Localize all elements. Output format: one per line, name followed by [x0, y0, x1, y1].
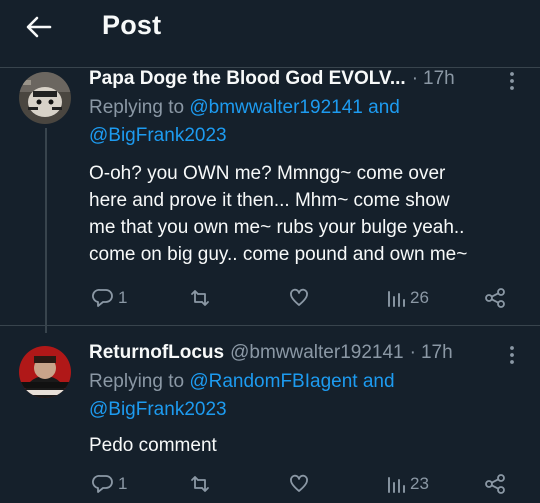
view-count: 26 [410, 288, 429, 307]
views-button[interactable]: 23 [386, 473, 429, 495]
retweet-button[interactable] [188, 287, 216, 309]
replying-prefix: Replying to [89, 97, 185, 118]
avatar-image [19, 72, 71, 124]
reply-icon [92, 289, 113, 307]
retweet-icon [191, 476, 209, 492]
more-options-icon[interactable] [502, 69, 522, 93]
analytics-icon [388, 291, 405, 307]
share-button[interactable] [484, 287, 506, 309]
heart-icon [290, 474, 308, 492]
avatar-image [19, 346, 71, 398]
reply-count: 1 [118, 474, 128, 493]
user-handle[interactable]: @bmwwalter192141 [230, 342, 404, 364]
mention-link[interactable]: @RandomFBIagent [189, 371, 357, 392]
tweet-header: ReturnofLocus @bmwwalter192141 · 17h [89, 342, 453, 364]
arrow-left-icon [26, 16, 52, 38]
heart-icon [290, 288, 308, 306]
text-line: O-oh? you OWN me? Mmngg~ come over [89, 163, 446, 184]
replying-prefix: Replying to [89, 371, 185, 392]
timestamp[interactable]: 17h [421, 342, 453, 364]
replying-to: Replying to @RandomFBIagent and [89, 371, 395, 393]
tweet-text: Pedo comment [89, 432, 529, 459]
retweet-icon [191, 290, 209, 306]
replying-to-cont: @BigFrank2023 [89, 125, 227, 147]
timestamp[interactable]: 17h [423, 68, 455, 90]
display-name[interactable]: Papa Doge the Blood God EVOLV... [89, 68, 406, 90]
avatar[interactable] [19, 72, 71, 124]
more-options-icon[interactable] [502, 343, 522, 367]
share-button[interactable] [484, 473, 506, 495]
back-button[interactable] [22, 12, 56, 42]
share-icon [485, 474, 505, 494]
mention-link[interactable]: @bmwwalter192141 [189, 97, 363, 118]
view-count: 23 [410, 474, 429, 493]
tweet-header: Papa Doge the Blood God EVOLV... · 17h [89, 68, 455, 90]
display-name[interactable]: ReturnofLocus [89, 342, 224, 364]
like-button[interactable] [288, 473, 314, 495]
text-line: come on big guy.. come pound and own me~ [89, 244, 468, 265]
thread-connector [45, 128, 47, 333]
tweet-divider [0, 325, 540, 326]
separator-dot: · [409, 342, 416, 363]
text-line: Pedo comment [89, 435, 217, 456]
reply-count: 1 [118, 288, 128, 307]
tweet-text: O-oh? you OWN me? Mmngg~ come over here … [89, 160, 529, 268]
mention-link[interactable]: @BigFrank2023 [89, 399, 227, 420]
top-bar: Post [0, 0, 540, 55]
reply-button[interactable]: 1 [92, 287, 127, 309]
text-line: me that you own me~ rubs your bulge yeah… [89, 217, 465, 238]
and-others-link[interactable]: and [368, 97, 400, 118]
text-line: here and prove it then... Mhm~ come show [89, 190, 450, 211]
retweet-button[interactable] [188, 473, 216, 495]
separator-dot: · [411, 68, 419, 89]
views-button[interactable]: 26 [386, 287, 429, 309]
page-title: Post [102, 10, 162, 40]
reply-icon [92, 475, 113, 493]
analytics-icon [388, 477, 405, 493]
reply-button[interactable]: 1 [92, 473, 127, 495]
mention-link[interactable]: @BigFrank2023 [89, 125, 227, 146]
avatar[interactable] [19, 346, 71, 398]
and-others-link[interactable]: and [363, 371, 395, 392]
share-icon [485, 288, 505, 308]
like-button[interactable] [288, 287, 314, 309]
replying-to: Replying to @bmwwalter192141 and [89, 97, 400, 119]
replying-to-cont: @BigFrank2023 [89, 399, 227, 421]
